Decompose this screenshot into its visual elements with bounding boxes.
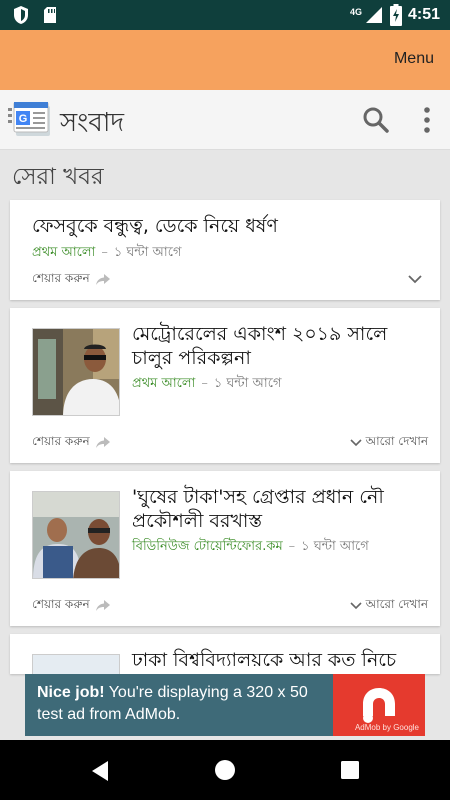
status-bar: 4G 4:51 xyxy=(0,0,450,30)
sd-card-icon xyxy=(44,7,56,23)
search-icon[interactable] xyxy=(362,106,390,134)
headline[interactable]: মেট্রোরেলের একাংশ ২০১৯ সালে চালুর পরিকল্… xyxy=(132,322,387,370)
article-meta: প্রথম আলো –১ ঘন্টা আগে xyxy=(32,245,182,260)
show-more-label: আরো দেখান xyxy=(365,434,428,448)
news-card[interactable]: ঢাকা বিশ্ববিদ্যালয়কে আর কত নিচে xyxy=(10,634,440,674)
share-button[interactable]: শেয়ার করুন xyxy=(32,433,110,453)
news-toolbar: G সংবাদ xyxy=(0,90,450,150)
headline-line: চালুর পরিকল্পনা xyxy=(132,347,251,369)
news-card[interactable]: ফেসবুকে বন্ধুত্ব, ডেকে নিয়ে ধর্ষণ প্রথম… xyxy=(10,200,440,300)
chevron-down-icon xyxy=(350,439,362,447)
article-thumbnail[interactable] xyxy=(32,328,120,416)
show-more-button[interactable]: আরো দেখান xyxy=(350,596,428,616)
chevron-down-icon xyxy=(350,602,362,610)
headline-line: মেট্রোরেলের একাংশ ২০১৯ সালে xyxy=(132,323,388,345)
signal-icon xyxy=(365,7,382,23)
google-news-logo-icon[interactable]: G xyxy=(8,102,54,138)
article-thumbnail[interactable] xyxy=(32,491,120,579)
source-link[interactable]: বিডিনিউজ টোয়েন্টিফোর.কম xyxy=(132,539,283,554)
share-label: শেয়ার করুন xyxy=(32,434,90,448)
ad-bold-text: Nice job! xyxy=(37,684,105,701)
clock: 4:51 xyxy=(407,6,440,23)
show-more-button[interactable]: আরো দেখান xyxy=(350,433,428,453)
share-arrow-icon xyxy=(95,437,110,448)
headline[interactable]: ঢাকা বিশ্ববিদ্যালয়কে আর কত নিচে xyxy=(132,648,396,672)
show-more-label: আরো দেখান xyxy=(365,597,428,611)
back-icon[interactable] xyxy=(90,760,110,782)
share-arrow-icon xyxy=(95,600,110,611)
app-title: সংবাদ xyxy=(60,108,125,138)
article-thumbnail[interactable] xyxy=(32,654,120,674)
more-options-icon[interactable] xyxy=(422,106,432,134)
time-ago: ১ ঘন্টা আগে xyxy=(301,539,369,554)
news-card[interactable]: মেট্রোরেলের একাংশ ২০১৯ সালে চালুর পরিকল্… xyxy=(10,308,440,463)
article-meta: বিডিনিউজ টোয়েন্টিফোর.কম –১ ঘন্টা আগে xyxy=(132,539,369,554)
shield-icon xyxy=(14,6,28,24)
share-button[interactable]: শেয়ার করুন xyxy=(32,270,110,290)
share-arrow-icon xyxy=(95,274,110,285)
share-label: শেয়ার করুন xyxy=(32,271,90,285)
article-meta: প্রথম আলো –১ ঘন্টা আগে xyxy=(132,376,282,391)
source-link[interactable]: প্রথম আলো xyxy=(32,245,95,260)
network-type: 4G xyxy=(349,7,362,17)
headline-line: ঢাকা বিশ্ববিদ্যালয়কে আর কত নিচে xyxy=(132,649,397,671)
admob-logo-box: AdMob by Google xyxy=(333,674,425,736)
headline-line: 'ঘুষের টাকা'সহ গ্রেপ্তার প্রধান নৌ xyxy=(132,486,384,508)
news-card[interactable]: 'ঘুষের টাকা'সহ গ্রেপ্তার প্রধান নৌ প্রকৌ… xyxy=(10,471,440,626)
menu-button[interactable]: Menu xyxy=(394,50,434,68)
share-button[interactable]: শেয়ার করুন xyxy=(32,596,110,616)
source-link[interactable]: প্রথম আলো xyxy=(132,376,195,391)
home-icon[interactable] xyxy=(214,759,236,781)
recent-apps-icon[interactable] xyxy=(340,760,360,780)
navigation-bar xyxy=(0,740,450,800)
ad-text: Nice job! You're displaying a 320 x 50 t… xyxy=(37,682,337,726)
section-title: সেরা খবর xyxy=(12,164,104,190)
admob-brand-label: AdMob by Google xyxy=(354,723,419,732)
chevron-down-icon[interactable] xyxy=(408,274,422,284)
time-ago: ১ ঘন্টা আগে xyxy=(213,376,282,391)
headline[interactable]: ফেসবুকে বন্ধুত্ব, ডেকে নিয়ে ধর্ষণ xyxy=(32,214,278,238)
headline[interactable]: 'ঘুষের টাকা'সহ গ্রেপ্তার প্রধান নৌ প্রকৌ… xyxy=(132,485,384,533)
time-ago: ১ ঘন্টা আগে xyxy=(113,245,182,260)
svg-text:G: G xyxy=(19,113,28,125)
share-label: শেয়ার করুন xyxy=(32,597,90,611)
ad-banner[interactable]: Nice job! You're displaying a 320 x 50 t… xyxy=(25,674,425,736)
app-bar: Menu xyxy=(0,30,450,90)
battery-charging-icon xyxy=(389,4,402,26)
headline-line: প্রকৌশলী বরখাস্ত xyxy=(132,510,263,532)
